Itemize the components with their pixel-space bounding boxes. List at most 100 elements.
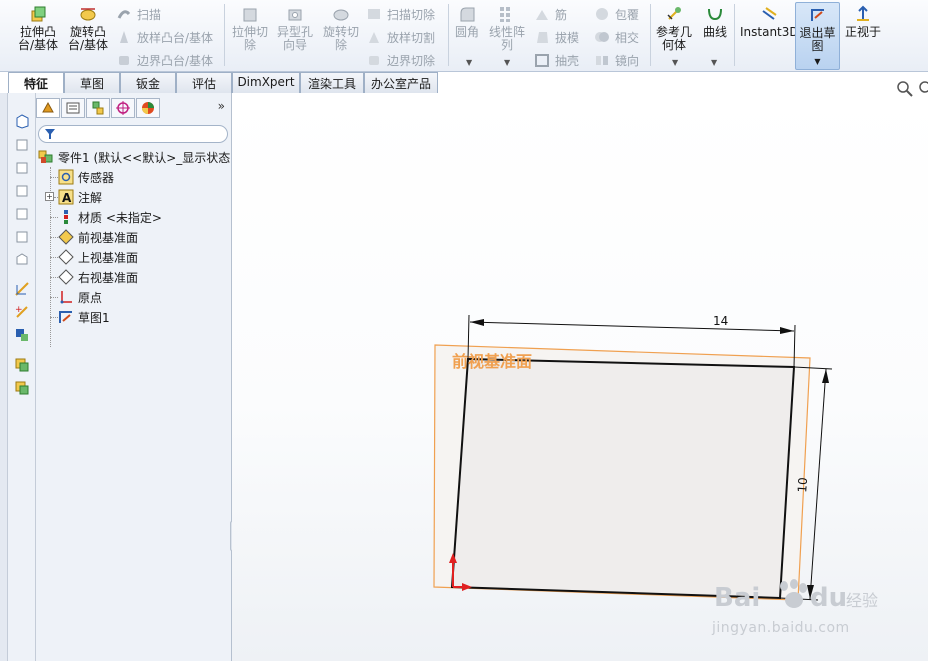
normal-to-icon: [853, 4, 873, 24]
tab-dimxpert[interactable]: DimXpert: [232, 72, 300, 93]
draft-button[interactable]: 拔模: [534, 27, 579, 47]
linear-pattern-button[interactable]: 线性阵 列: [489, 4, 525, 52]
tab-office-products[interactable]: 办公室产品: [364, 72, 438, 93]
svg-text:du: du: [810, 583, 847, 612]
display-relations-icon[interactable]: [14, 327, 30, 343]
back-view-icon[interactable]: [14, 205, 30, 221]
sweep-cut-button[interactable]: 扫描切除: [366, 4, 435, 24]
height-dimension-value[interactable]: 10: [795, 477, 810, 493]
loft-boss-button[interactable]: 放样凸台/基体: [116, 27, 213, 47]
isometric-view-icon[interactable]: [14, 113, 30, 129]
fillet-button[interactable]: 圆角: [455, 4, 479, 39]
tree-item-front-plane[interactable]: 前视基准面: [58, 227, 138, 247]
panel-more-button[interactable]: »: [218, 99, 225, 113]
display-manager-icon: [142, 102, 154, 114]
svg-text:+: +: [15, 305, 23, 315]
normal-to-button[interactable]: 正视于: [845, 4, 881, 39]
hole-wizard-button[interactable]: 异型孔 向导: [277, 4, 313, 52]
wrap-button[interactable]: 包覆: [594, 4, 639, 24]
baidu-paw-logo: Bai du 经验: [714, 579, 878, 613]
display-manager-tab[interactable]: [136, 98, 160, 118]
sweep-button[interactable]: 扫描: [116, 4, 161, 24]
annotations-expander[interactable]: +: [45, 192, 54, 201]
tree-item-right-plane[interactable]: 右视基准面: [58, 267, 138, 287]
shell-button[interactable]: 抽壳: [534, 50, 579, 70]
right-view-icon[interactable]: [14, 182, 30, 198]
tree-item-material[interactable]: 材质 <未指定>: [58, 207, 162, 227]
boundary-cut-button[interactable]: 边界切除: [366, 50, 435, 70]
hole-wizard-icon: [285, 4, 305, 24]
tab-evaluate[interactable]: 评估: [176, 72, 232, 93]
fillet-dropdown-arrow[interactable]: ▼: [466, 58, 472, 67]
add-relation-icon[interactable]: +: [14, 304, 30, 320]
command-manager-ribbon: 拉伸凸 台/基体 旋转凸 台/基体 扫描 放样凸台/基体 边界凸台/基体 拉伸切…: [0, 0, 928, 72]
tab-sketch[interactable]: 草图: [64, 72, 120, 93]
exit-sketch-dropdown-arrow[interactable]: ▼: [814, 55, 820, 68]
width-dimension-value[interactable]: 14: [713, 314, 728, 328]
layer-two-icon[interactable]: [14, 380, 30, 396]
command-manager-tabs: 特征 草图 钣金 评估 DimXpert 渲染工具 办公室产品: [8, 72, 438, 93]
tree-item-annotations[interactable]: A 注解: [58, 187, 102, 207]
tree-connector: [50, 277, 58, 278]
pattern-dropdown-arrow[interactable]: ▼: [504, 58, 510, 67]
instant3d-button[interactable]: Instant3D: [740, 4, 799, 39]
exit-sketch-icon: [808, 5, 828, 25]
tree-item-origin[interactable]: 原点: [58, 287, 102, 307]
loft-cut-button[interactable]: 放样切割: [366, 27, 435, 47]
extrude-boss-button[interactable]: 拉伸凸 台/基体: [18, 4, 58, 52]
svg-text:经验: 经验: [846, 591, 878, 610]
front-view-icon[interactable]: [14, 136, 30, 152]
property-manager-tab[interactable]: [61, 98, 85, 118]
dimxpert-manager-tab[interactable]: [111, 98, 135, 118]
sketch-rectangle[interactable]: [450, 357, 796, 600]
mirror-button[interactable]: 镜向: [594, 50, 639, 70]
intersect-button[interactable]: 相交: [594, 27, 639, 47]
layer-one-icon[interactable]: [14, 357, 30, 373]
feature-tree-tab[interactable]: [36, 98, 60, 118]
trimetric-view-icon[interactable]: [14, 251, 30, 267]
curves-dropdown-arrow[interactable]: ▼: [711, 58, 717, 67]
reference-geometry-dropdown-arrow[interactable]: ▼: [672, 58, 678, 67]
ribbon-separator: [734, 4, 735, 66]
zoom-to-fit-icon[interactable]: [896, 80, 914, 98]
bottom-view-icon[interactable]: [14, 228, 30, 244]
extrude-cut-button[interactable]: 拉伸切 除: [232, 4, 268, 52]
left-window-edge: [0, 93, 8, 661]
top-view-icon[interactable]: [14, 159, 30, 175]
ribbon-separator: [650, 4, 651, 66]
sensors-icon: [58, 169, 74, 185]
configuration-manager-icon: [92, 101, 104, 115]
tree-item-part[interactable]: 零件1 (默认<<默认>_显示状态: [38, 147, 230, 167]
fillet-icon: [457, 4, 477, 24]
extrude-cut-icon: [240, 4, 260, 24]
material-icon: [58, 209, 74, 225]
revolve-boss-icon: [78, 4, 98, 24]
revolve-boss-button[interactable]: 旋转凸 台/基体: [68, 4, 108, 52]
tab-sheet-metal[interactable]: 钣金: [120, 72, 176, 93]
reference-geometry-button[interactable]: 参考几 何体: [656, 4, 692, 52]
baidu-watermark-logo: Bai du 经验: [712, 578, 882, 613]
rib-button[interactable]: 筋: [534, 4, 567, 24]
curves-icon: [705, 4, 725, 24]
tab-render-tools[interactable]: 渲染工具: [300, 72, 364, 93]
tree-connector: [50, 237, 58, 238]
svg-text:A: A: [62, 191, 72, 205]
curves-button[interactable]: 曲线: [703, 4, 727, 39]
smart-dimension-icon[interactable]: [14, 281, 30, 297]
exit-sketch-button[interactable]: 退出草 图 ▼: [795, 2, 840, 70]
tree-item-sketch1[interactable]: 草图1: [58, 307, 110, 327]
feature-filter-input[interactable]: [38, 125, 228, 143]
loft-boss-icon: [116, 29, 132, 45]
revolve-cut-button[interactable]: 旋转切 除: [323, 4, 359, 52]
graphics-area[interactable]: 前视基准面 14 10: [232, 93, 928, 661]
tree-item-top-plane[interactable]: 上视基准面: [58, 247, 138, 267]
tab-features[interactable]: 特征: [8, 72, 64, 93]
boundary-boss-button[interactable]: 边界凸台/基体: [116, 50, 213, 70]
sweep-icon: [116, 6, 132, 22]
zoom-area-icon[interactable]: [918, 80, 928, 98]
right-plane-icon: [58, 269, 74, 285]
configuration-manager-tab[interactable]: [86, 98, 110, 118]
tree-item-sensors[interactable]: 传感器: [58, 167, 114, 187]
extrude-boss-icon: [28, 4, 48, 24]
instant3d-icon: [759, 4, 779, 24]
